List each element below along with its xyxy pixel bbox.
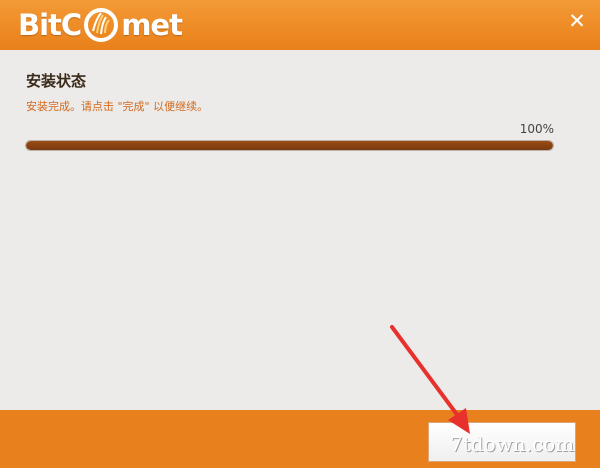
install-status-title: 安装状态 <box>26 72 87 90</box>
logo-text-left: BitC <box>18 8 82 42</box>
progress-percent-label: 100% <box>519 122 554 136</box>
annotation-arrow-icon <box>390 325 470 434</box>
install-progress-fill <box>26 141 553 150</box>
install-status-message: 安装完成。请点击 "完成" 以便继续。 <box>26 100 209 113</box>
install-progress-bar <box>25 140 554 151</box>
bitcomet-logo: BitC met <box>18 6 183 44</box>
logo-text-right: met <box>121 8 183 42</box>
title-bar: BitC met ✕ <box>0 0 600 50</box>
close-icon: ✕ <box>568 9 586 33</box>
site-watermark: 7tdown.com <box>450 432 575 456</box>
comet-logo-icon <box>84 8 119 42</box>
close-button[interactable]: ✕ <box>566 10 588 32</box>
